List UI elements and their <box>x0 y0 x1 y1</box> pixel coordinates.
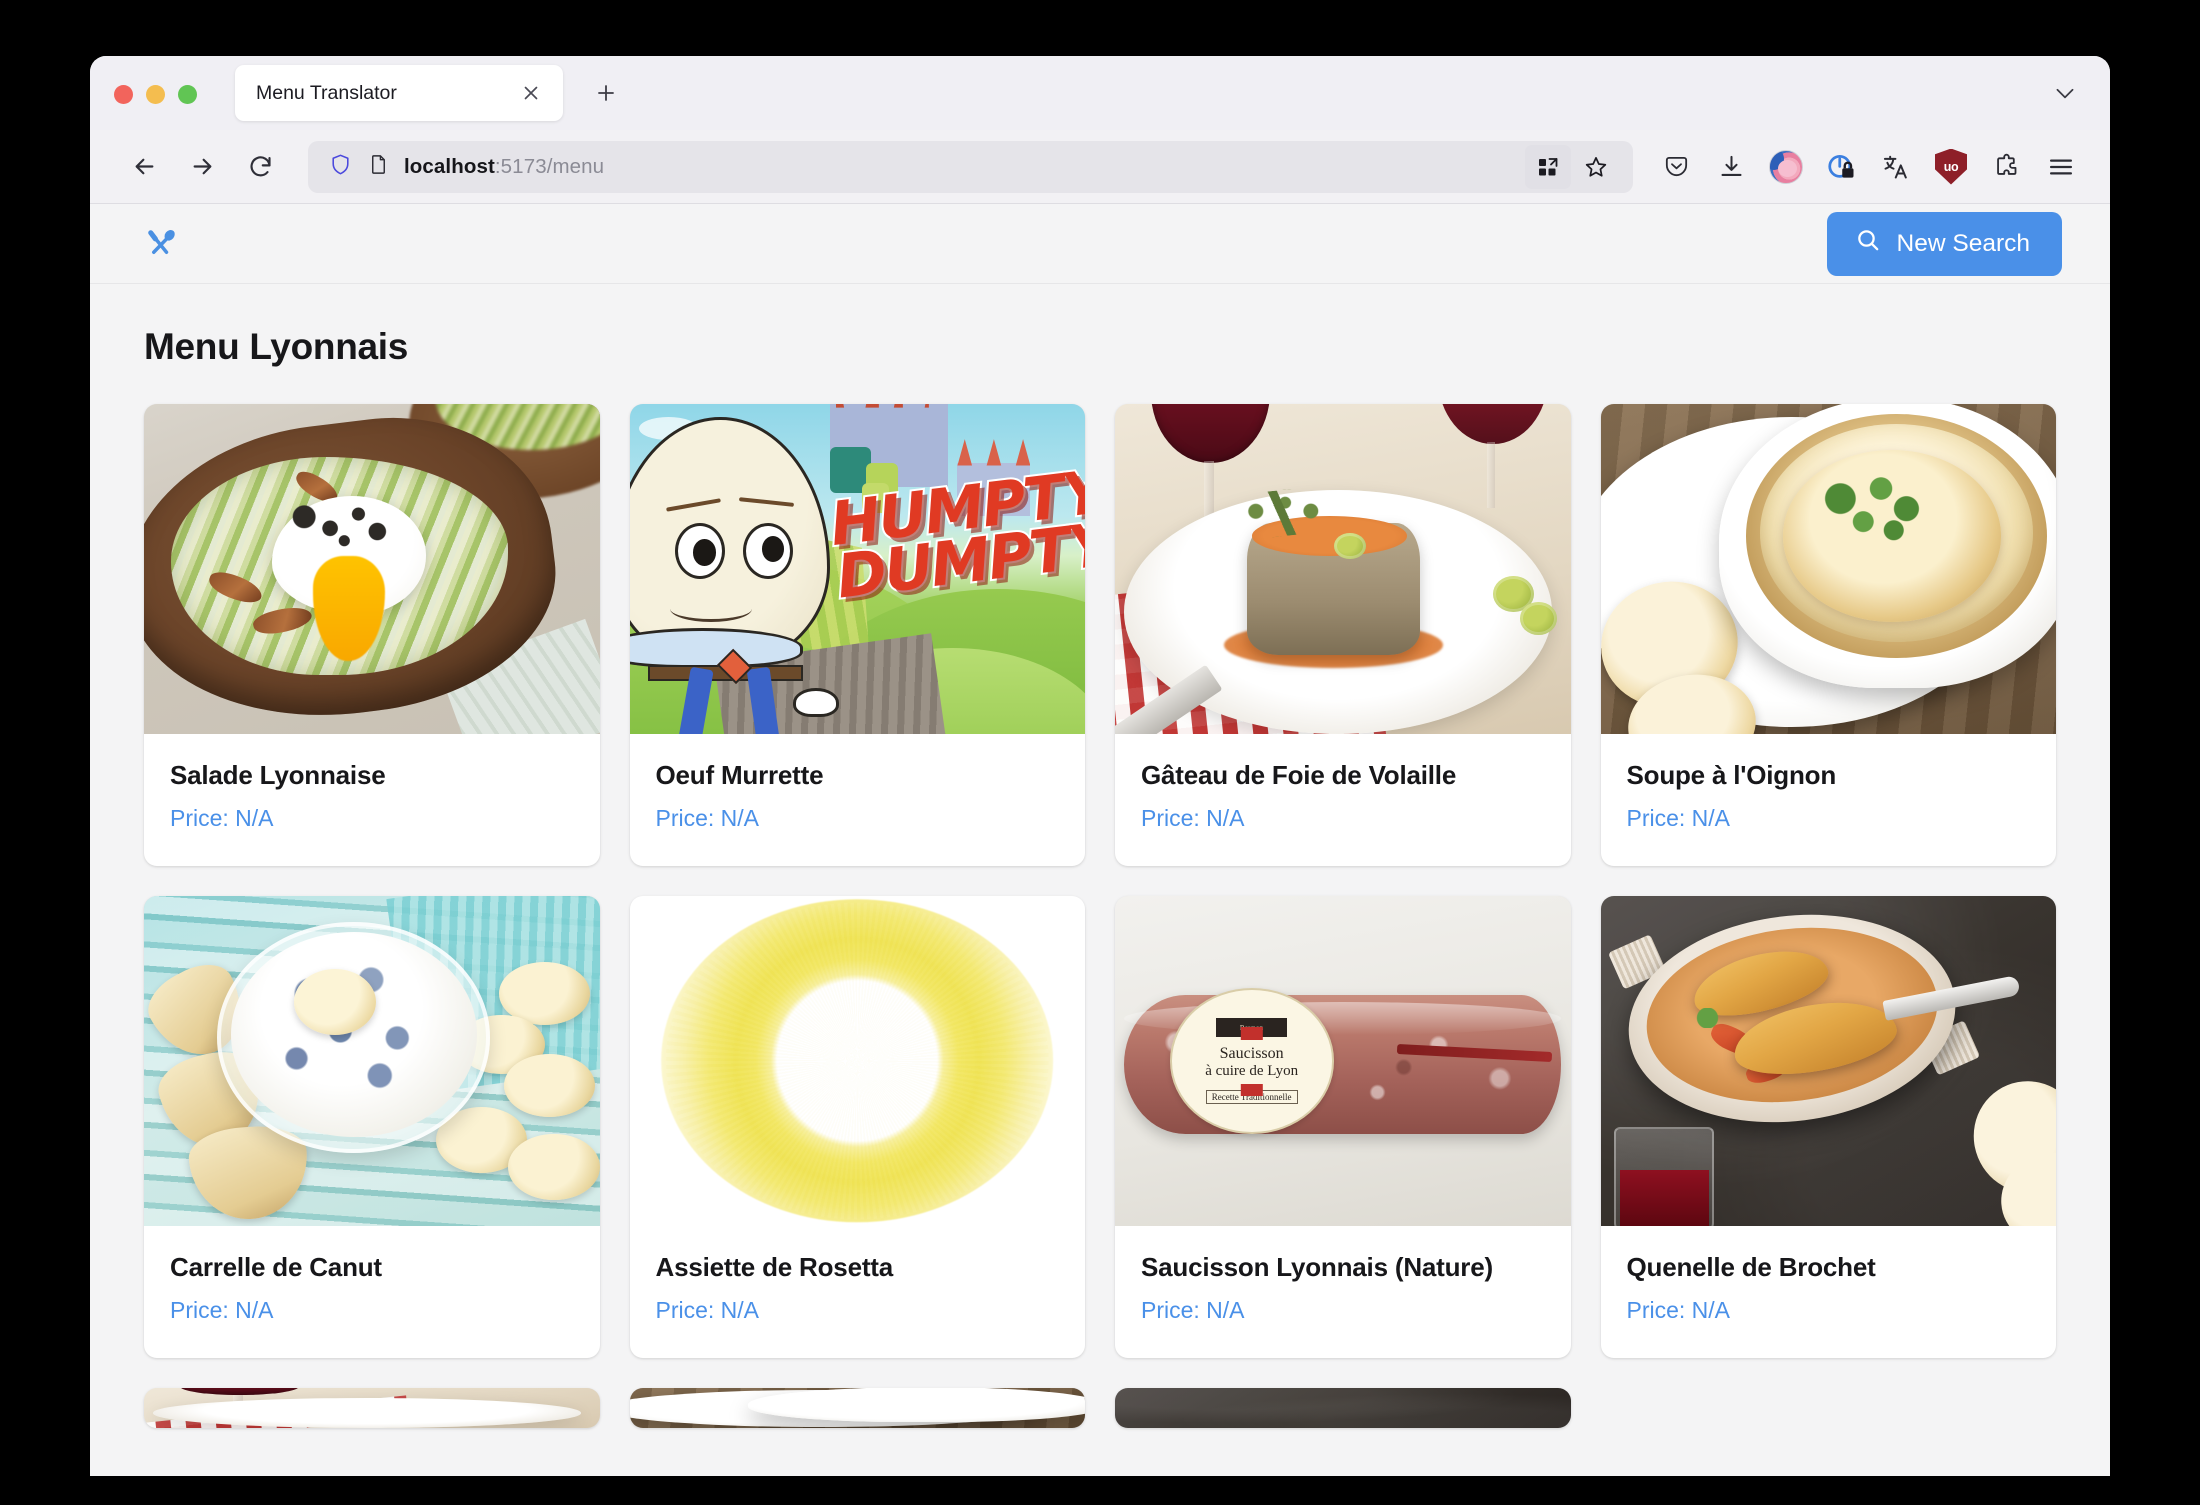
browser-toolbar-icons: uo <box>1651 142 2086 192</box>
page-title: Menu Lyonnais <box>144 326 409 367</box>
app-header: New Search <box>90 204 2110 284</box>
menu-card[interactable]: Quenelle de Brochet Price: N/A <box>1600 896 2056 1358</box>
dish-name: Assiette de Rosetta <box>655 1252 894 1282</box>
tab-title: Menu Translator <box>256 81 397 104</box>
menu-card[interactable]: Carrelle de Canut Price: N/A <box>144 896 600 1358</box>
url-host: localhost <box>404 154 495 178</box>
download-icon[interactable] <box>1706 142 1756 192</box>
menu-card[interactable]: Assiette de Rosetta Price: N/A <box>629 896 1085 1358</box>
menu-card[interactable]: Salade Lyonnaise Price: N/A <box>144 404 600 866</box>
forward-button[interactable] <box>176 141 228 193</box>
dish-price: Price: N/A <box>170 805 274 831</box>
dish-image-soupe-a-loignon <box>1600 404 2056 734</box>
ublock-origin-icon[interactable]: uo <box>1926 142 1976 192</box>
sausage-label-line1: Saucisson <box>1219 1045 1284 1063</box>
dish-name: Oeuf Murrette <box>655 760 824 790</box>
page-icon <box>367 153 390 181</box>
window-traffic-lights <box>114 84 197 104</box>
dish-image-salade-lyonnaise <box>144 404 600 734</box>
dish-price: Price: N/A <box>1141 1297 1245 1323</box>
account-avatar-icon[interactable] <box>1761 142 1811 192</box>
menu-grid-next-row-clipped <box>144 1388 2056 1428</box>
dish-price: Price: N/A <box>655 1297 760 1323</box>
browser-tab[interactable]: Menu Translator <box>235 65 563 121</box>
menu-card[interactable]: Gâteau de Foie de Volaille Price: N/A <box>1115 404 1571 866</box>
dish-price: Price: N/A <box>170 1297 274 1323</box>
dish-image-carrelle-de-canut <box>144 896 600 1226</box>
browser-window: Menu Translator localhost:5173/menu uo N… <box>90 56 2110 1476</box>
url-text: localhost:5173/menu <box>404 155 604 179</box>
app-menu-icon[interactable] <box>2036 142 2086 192</box>
dish-image-gateau-de-foie-de-volaille <box>1115 404 1571 734</box>
close-tab-icon[interactable] <box>516 78 546 108</box>
sausage-label: Reynon Saucisson à cuire de Lyon Recette… <box>1169 988 1334 1134</box>
pocket-icon[interactable] <box>1651 142 1701 192</box>
page-viewport: New Search Menu Lyonnais Salade Lyonnais… <box>90 204 2110 1476</box>
fork-and-spoon-icon[interactable] <box>144 226 180 262</box>
search-icon <box>1855 227 1881 260</box>
dish-price: Price: N/A <box>1626 805 1731 831</box>
menu-grid: Salade Lyonnaise Price: N/A HUMPTY DUMPT… <box>144 404 2056 1358</box>
address-bar[interactable]: localhost:5173/menu <box>308 140 1633 193</box>
minimize-window-button[interactable] <box>146 84 165 104</box>
dish-name: Soupe à l'Oignon <box>1626 760 1837 790</box>
url-path: :5173/menu <box>494 154 605 178</box>
dish-price: Price: N/A <box>1141 805 1245 831</box>
menu-card[interactable] <box>144 1388 600 1428</box>
dish-name: Gâteau de Foie de Volaille <box>1141 760 1457 790</box>
tab-strip: Menu Translator <box>90 56 2110 130</box>
shield-icon[interactable] <box>328 152 353 182</box>
grid-expand-icon[interactable] <box>1525 144 1571 189</box>
menu-card[interactable] <box>1115 1388 1571 1428</box>
dish-price: Price: N/A <box>655 805 760 831</box>
dish-price: Price: N/A <box>1626 1297 1731 1323</box>
menu-card[interactable]: Reynon Saucisson à cuire de Lyon Recette… <box>1115 896 1571 1358</box>
dish-image-assiette-de-rosetta <box>629 896 1085 1226</box>
maximize-window-button[interactable] <box>178 84 197 104</box>
close-window-button[interactable] <box>114 84 133 104</box>
extensions-puzzle-icon[interactable] <box>1981 142 2031 192</box>
menu-card[interactable] <box>629 1388 1085 1428</box>
new-tab-button[interactable] <box>585 72 627 114</box>
menu-card[interactable]: HUMPTY DUMPTY Oeuf Murrette Price: N/A <box>629 404 1085 866</box>
menu-card[interactable]: Soupe à l'Oignon Price: N/A <box>1600 404 2056 866</box>
back-button[interactable] <box>118 141 170 193</box>
privacy-lock-icon[interactable] <box>1816 142 1866 192</box>
dish-image-quenelle-de-brochet <box>1600 896 2056 1226</box>
bookmark-star-icon[interactable] <box>1573 145 1619 189</box>
navigation-toolbar: localhost:5173/menu uo <box>90 130 2110 204</box>
new-search-button[interactable]: New Search <box>1826 211 2062 276</box>
menu-content: Menu Lyonnais Salade Lyonnaise Price: N/… <box>90 284 2110 1476</box>
dish-image-oeuf-murrette: HUMPTY DUMPTY <box>629 404 1085 734</box>
new-search-label: New Search <box>1896 229 2030 257</box>
humpty-dumpty-title: HUMPTY DUMPTY <box>824 455 1085 614</box>
dish-name: Quenelle de Brochet <box>1626 1252 1876 1282</box>
translate-icon[interactable] <box>1871 142 1921 192</box>
list-all-tabs-button[interactable] <box>2052 80 2084 106</box>
dish-name: Carrelle de Canut <box>170 1252 382 1282</box>
dish-name: Saucisson Lyonnais (Nature) <box>1141 1252 1493 1282</box>
dish-image-saucisson-lyonnais: Reynon Saucisson à cuire de Lyon Recette… <box>1115 896 1571 1226</box>
reload-button[interactable] <box>234 141 286 193</box>
dish-name: Salade Lyonnaise <box>170 760 386 790</box>
sausage-label-line2: à cuire de Lyon <box>1205 1062 1299 1079</box>
